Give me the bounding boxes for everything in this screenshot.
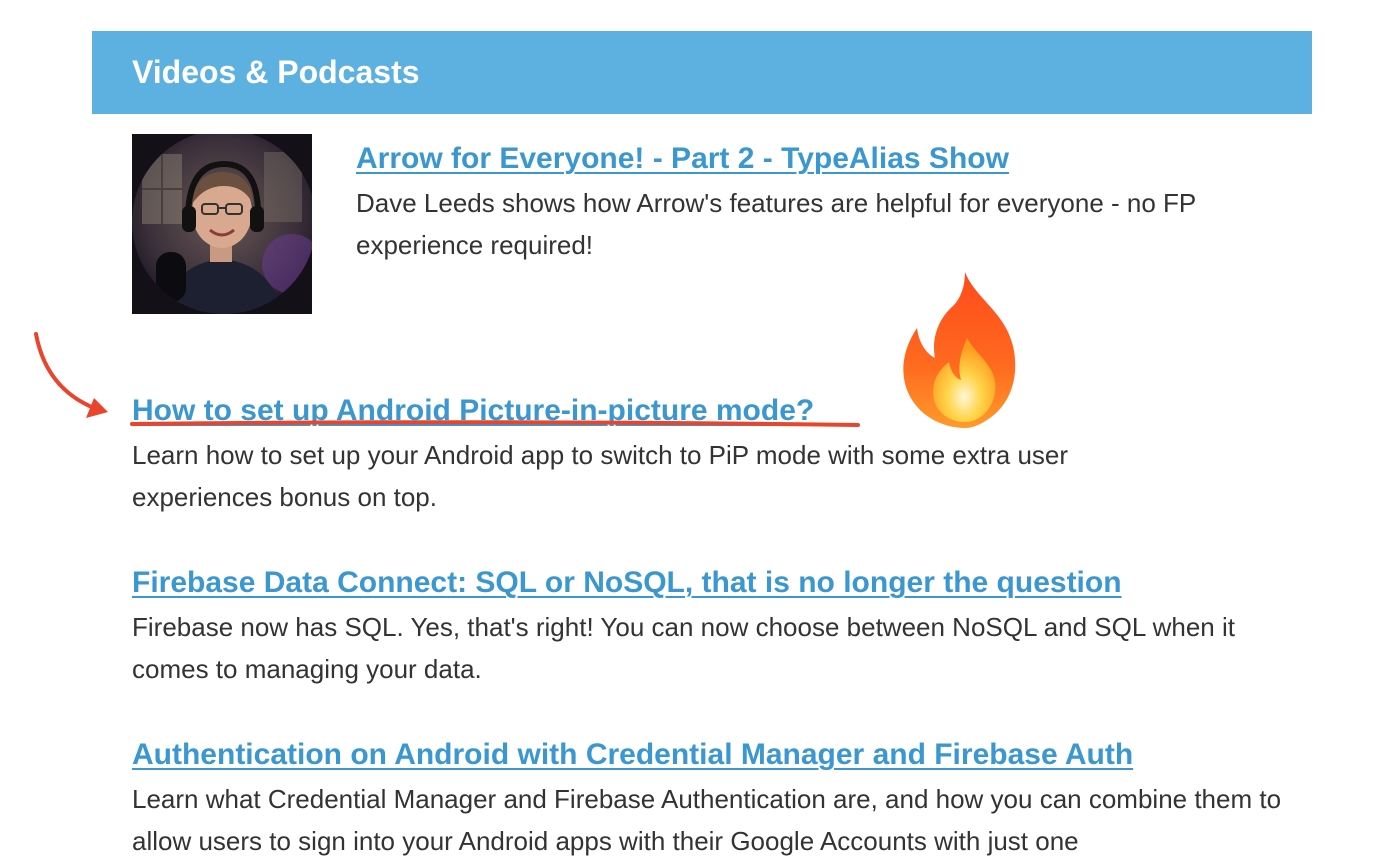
host-portrait-image	[132, 134, 312, 314]
curved-arrow-icon	[34, 332, 108, 418]
red-underline	[130, 420, 860, 427]
item-description-android-pip-mode: Learn how to set up your Android app to …	[132, 440, 1069, 512]
fire-icon	[903, 272, 1016, 428]
item-title-arrow-for-everyone[interactable]: Arrow for Everyone! - Part 2 - TypeAlias…	[356, 142, 1009, 176]
host-portrait-thumbnail[interactable]	[132, 134, 312, 314]
item-title-firebase-data-connect[interactable]: Firebase Data Connect: SQL or NoSQL, tha…	[132, 566, 1122, 600]
item-title-credential-manager-auth[interactable]: Authentication on Android with Credentia…	[132, 738, 1133, 772]
section-title: Videos & Podcasts	[132, 53, 420, 90]
section-header: Videos & Podcasts	[92, 31, 1312, 114]
item-description-credential-manager-auth: Learn what Credential Manager and Fireba…	[132, 784, 1282, 856]
item-description-firebase-data-connect: Firebase now has SQL. Yes, that's right!…	[132, 612, 1235, 684]
item-description-arrow-for-everyone: Dave Leeds shows how Arrow's features ar…	[356, 188, 1196, 260]
